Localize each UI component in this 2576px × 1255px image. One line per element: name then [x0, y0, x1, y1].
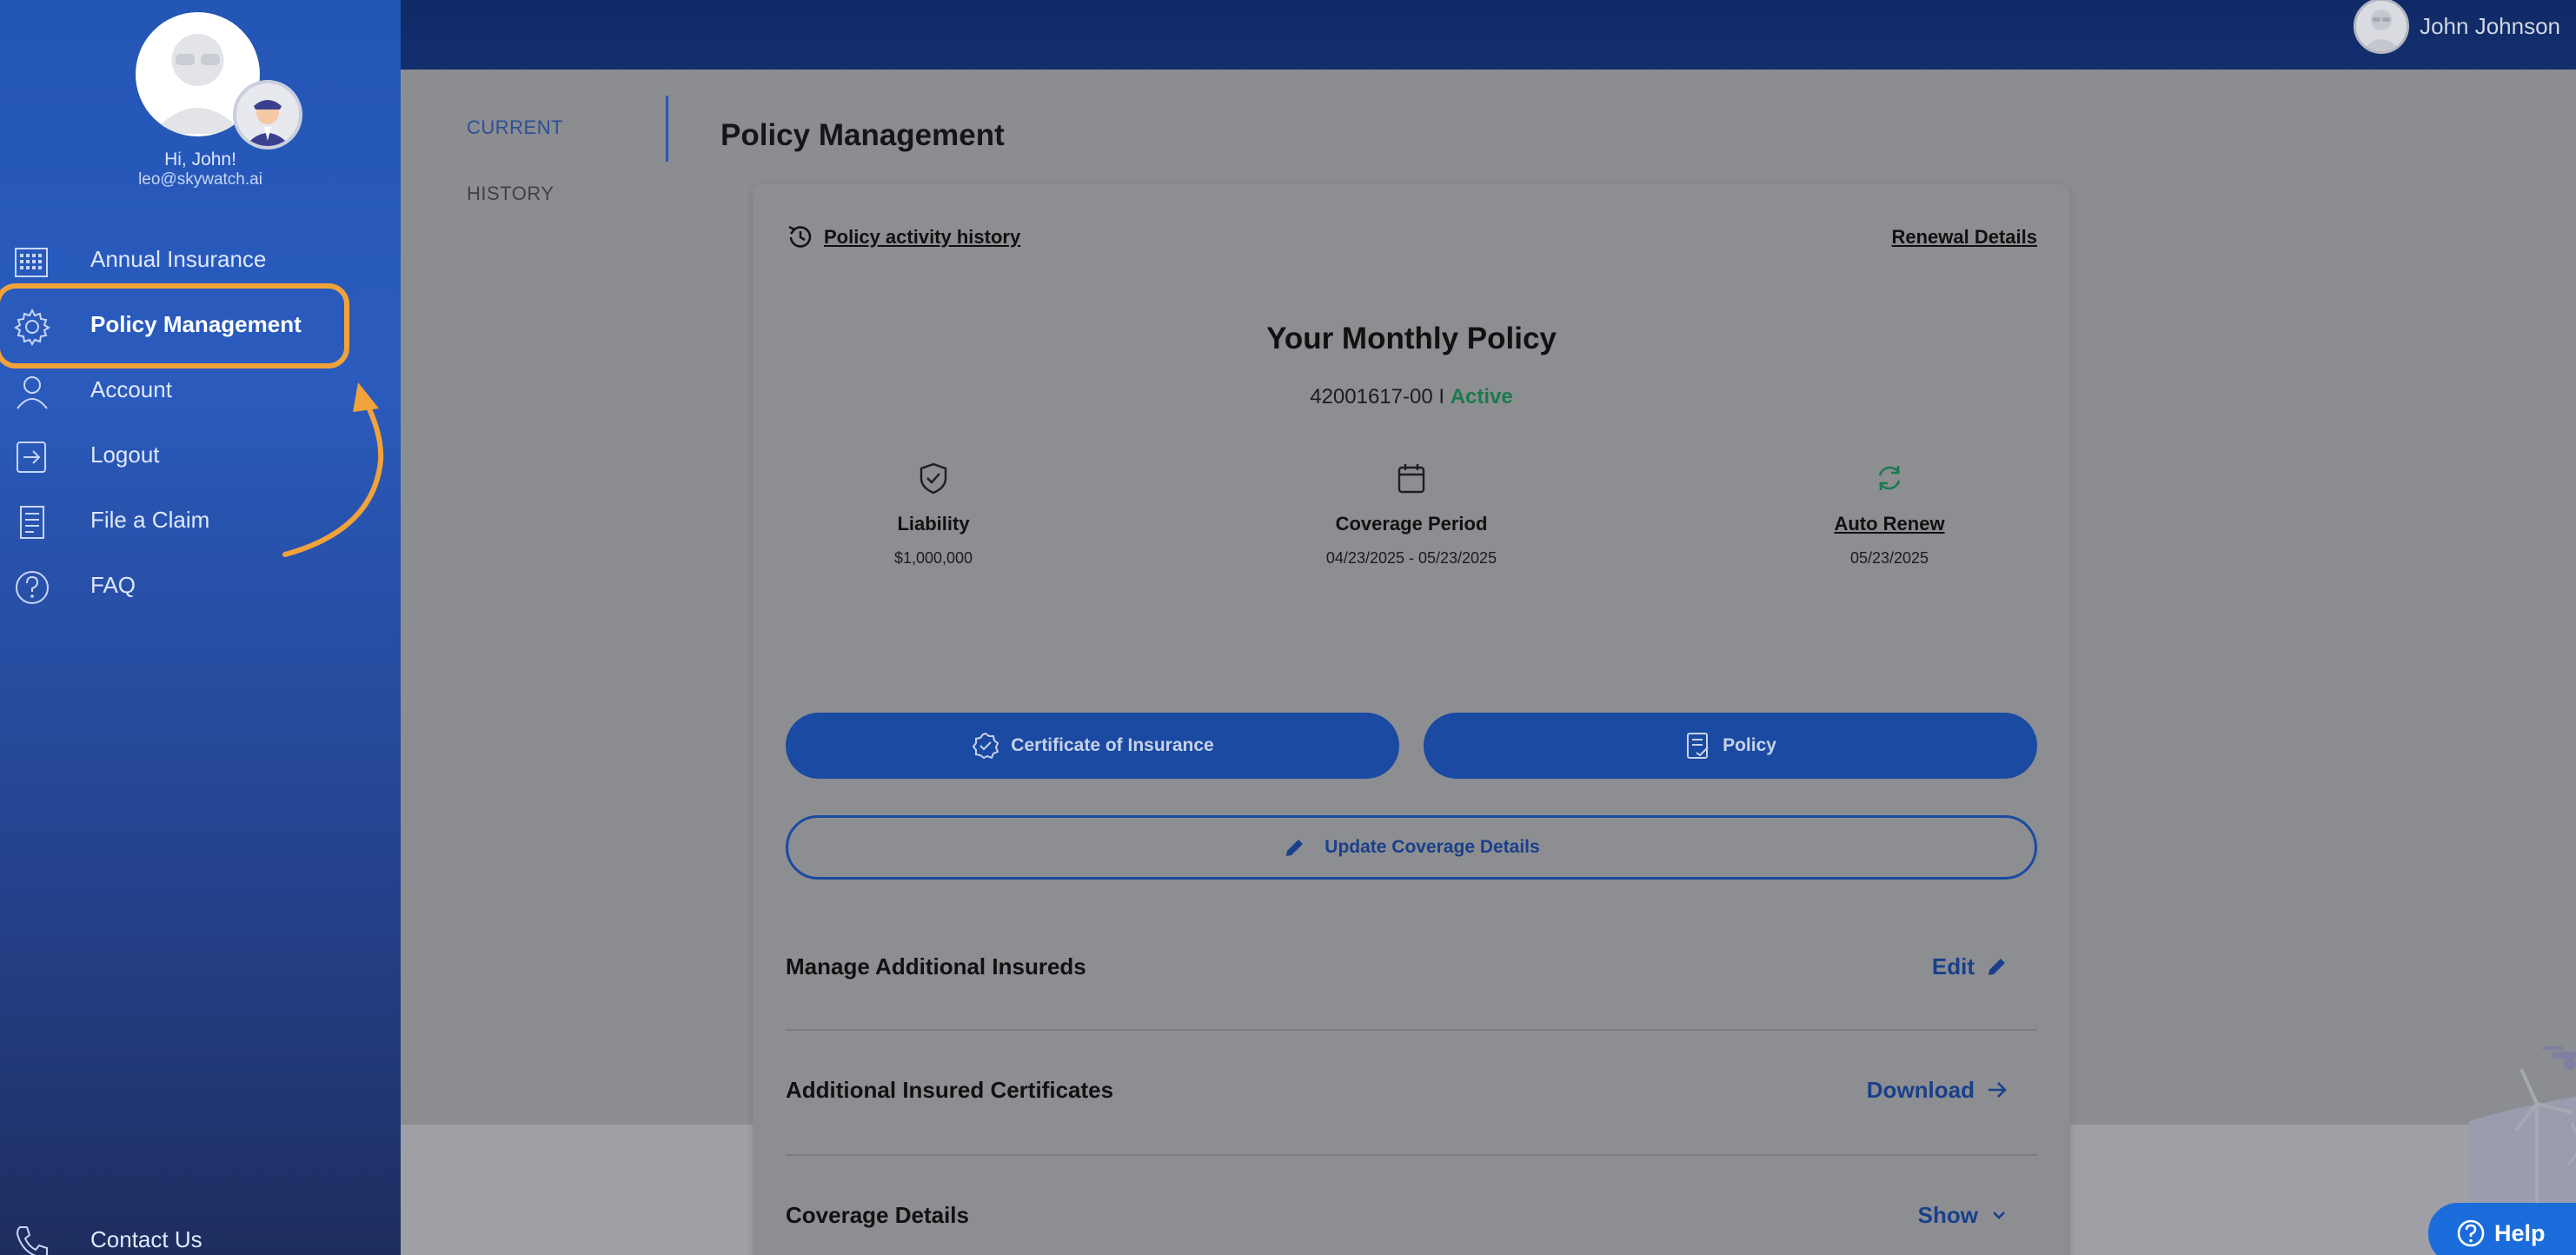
- row-manage-additional-insureds: Manage Additional Insureds Edit: [786, 925, 2037, 1008]
- stat-liability: Liability $1,000,000: [786, 461, 1081, 568]
- arrow-right-icon: [1988, 1082, 2007, 1098]
- renewal-details-link[interactable]: Renewal Details: [1891, 226, 2037, 249]
- sidebar: Hi, John! leo@skywatch.ai Annual Insuran…: [0, 0, 401, 1255]
- policy-activity-history-link[interactable]: Policy activity history: [824, 226, 1020, 249]
- pointer-arrow-icon: [282, 382, 384, 557]
- policy-heading: Your Monthly Policy: [1266, 322, 1557, 355]
- help-button[interactable]: Help: [2428, 1203, 2576, 1255]
- policy-number-line: 42001617-00 I Active: [753, 385, 2070, 409]
- sidebar-item-label: Account: [90, 375, 172, 402]
- row-divider: [786, 1029, 2037, 1031]
- badge-check-icon: [973, 732, 999, 760]
- tab-history[interactable]: HISTORY: [467, 183, 554, 205]
- stat-value: 05/23/2025: [1849, 549, 1929, 567]
- document-check-icon: [1687, 733, 1709, 759]
- button-label: Update Coverage Details: [1325, 837, 1540, 857]
- row-additional-insured-certificates: Additional Insured Certificates Download: [786, 1048, 2037, 1132]
- user-avatar[interactable]: [136, 12, 302, 151]
- calendar-icon: [1398, 464, 1425, 494]
- sidebar-item-label: File a Claim: [90, 506, 210, 533]
- sidebar-item-annual-insurance[interactable]: Annual Insurance: [0, 233, 401, 285]
- user-avatar-icon: [2354, 0, 2410, 54]
- edit-button[interactable]: Edit: [1932, 953, 2009, 980]
- top-bar: John Johnson: [401, 0, 2576, 70]
- user-email: leo@skywatch.ai: [138, 170, 262, 189]
- stat-label: Liability: [897, 513, 970, 535]
- chevron-down-icon: [1993, 1212, 2005, 1219]
- update-coverage-details-button[interactable]: Update Coverage Details: [786, 815, 2037, 880]
- phone-icon: [16, 1226, 48, 1255]
- row-coverage-details: Coverage Details Show: [786, 1173, 2037, 1255]
- sidebar-item-label: Annual Insurance: [90, 245, 267, 272]
- pencil-icon: [1286, 840, 1304, 856]
- calendar-grid-icon: [15, 248, 48, 277]
- certificate-of-insurance-button[interactable]: Certificate of Insurance: [786, 713, 1399, 779]
- policy-button[interactable]: Policy: [1424, 713, 2037, 779]
- policy-status: Active: [1450, 385, 1513, 408]
- row-divider: [786, 1154, 2037, 1156]
- landscape-illustration: [2469, 1046, 2576, 1255]
- sidebar-item-label: Logout: [90, 441, 160, 468]
- sidebar-item-faq[interactable]: FAQ: [0, 559, 401, 611]
- policy-card: Policy activity history Renewal Details …: [753, 184, 2070, 1255]
- row-label: Additional Insured Certificates: [786, 1076, 1114, 1103]
- download-button[interactable]: Download: [1867, 1077, 2009, 1104]
- sidebar-item-label: FAQ: [90, 571, 136, 598]
- user-greeting: Hi, John!: [164, 149, 236, 169]
- refresh-icon: [1878, 466, 1901, 490]
- stat-coverage-period: Coverage Period 04/23/2025 - 05/23/2025: [1264, 461, 1559, 568]
- row-action-label: Show: [1917, 1201, 1978, 1228]
- button-label: Certificate of Insurance: [1011, 735, 1214, 755]
- stat-value: $1,000,000: [893, 549, 973, 567]
- tabs-divider: [666, 96, 668, 162]
- sidebar-item-label: Contact Us: [90, 1225, 202, 1252]
- help-icon: [2457, 1219, 2485, 1247]
- row-action-label: Edit: [1931, 953, 1975, 979]
- main-content: CURRENT HISTORY Policy Management Policy…: [401, 70, 2576, 1255]
- tab-current[interactable]: CURRENT: [467, 116, 563, 139]
- highlight-outline: [0, 283, 349, 369]
- row-action-label: Download: [1866, 1076, 1975, 1103]
- page-title: Policy Management: [720, 118, 1005, 152]
- pilot-avatar-icon: [233, 80, 302, 149]
- history-icon: [788, 225, 812, 248]
- show-button[interactable]: Show: [1918, 1202, 2009, 1229]
- button-label: Policy: [1723, 735, 1776, 755]
- user-display-name: John Johnson: [2420, 12, 2560, 39]
- logout-icon: [17, 442, 46, 473]
- policy-number: 42001617-00 I: [1310, 385, 1445, 408]
- stat-auto-renew[interactable]: Auto Renew 05/23/2025: [1742, 461, 2037, 568]
- question-icon: [16, 571, 49, 604]
- user-menu[interactable]: John Johnson: [2354, 0, 2560, 54]
- stat-value: 04/23/2025 - 05/23/2025: [1325, 549, 1497, 567]
- stat-label: Auto Renew: [1834, 513, 1945, 535]
- pencil-icon: [1988, 959, 2005, 975]
- stat-label: Coverage Period: [1335, 513, 1488, 535]
- person-icon: [17, 376, 48, 409]
- sidebar-item-contact-us[interactable]: Contact Us: [0, 1213, 401, 1255]
- help-label: Help: [2494, 1219, 2546, 1246]
- row-label: Coverage Details: [786, 1201, 969, 1228]
- row-label: Manage Additional Insureds: [786, 953, 1086, 979]
- shield-check-icon: [920, 462, 947, 495]
- document-icon: [20, 506, 44, 539]
